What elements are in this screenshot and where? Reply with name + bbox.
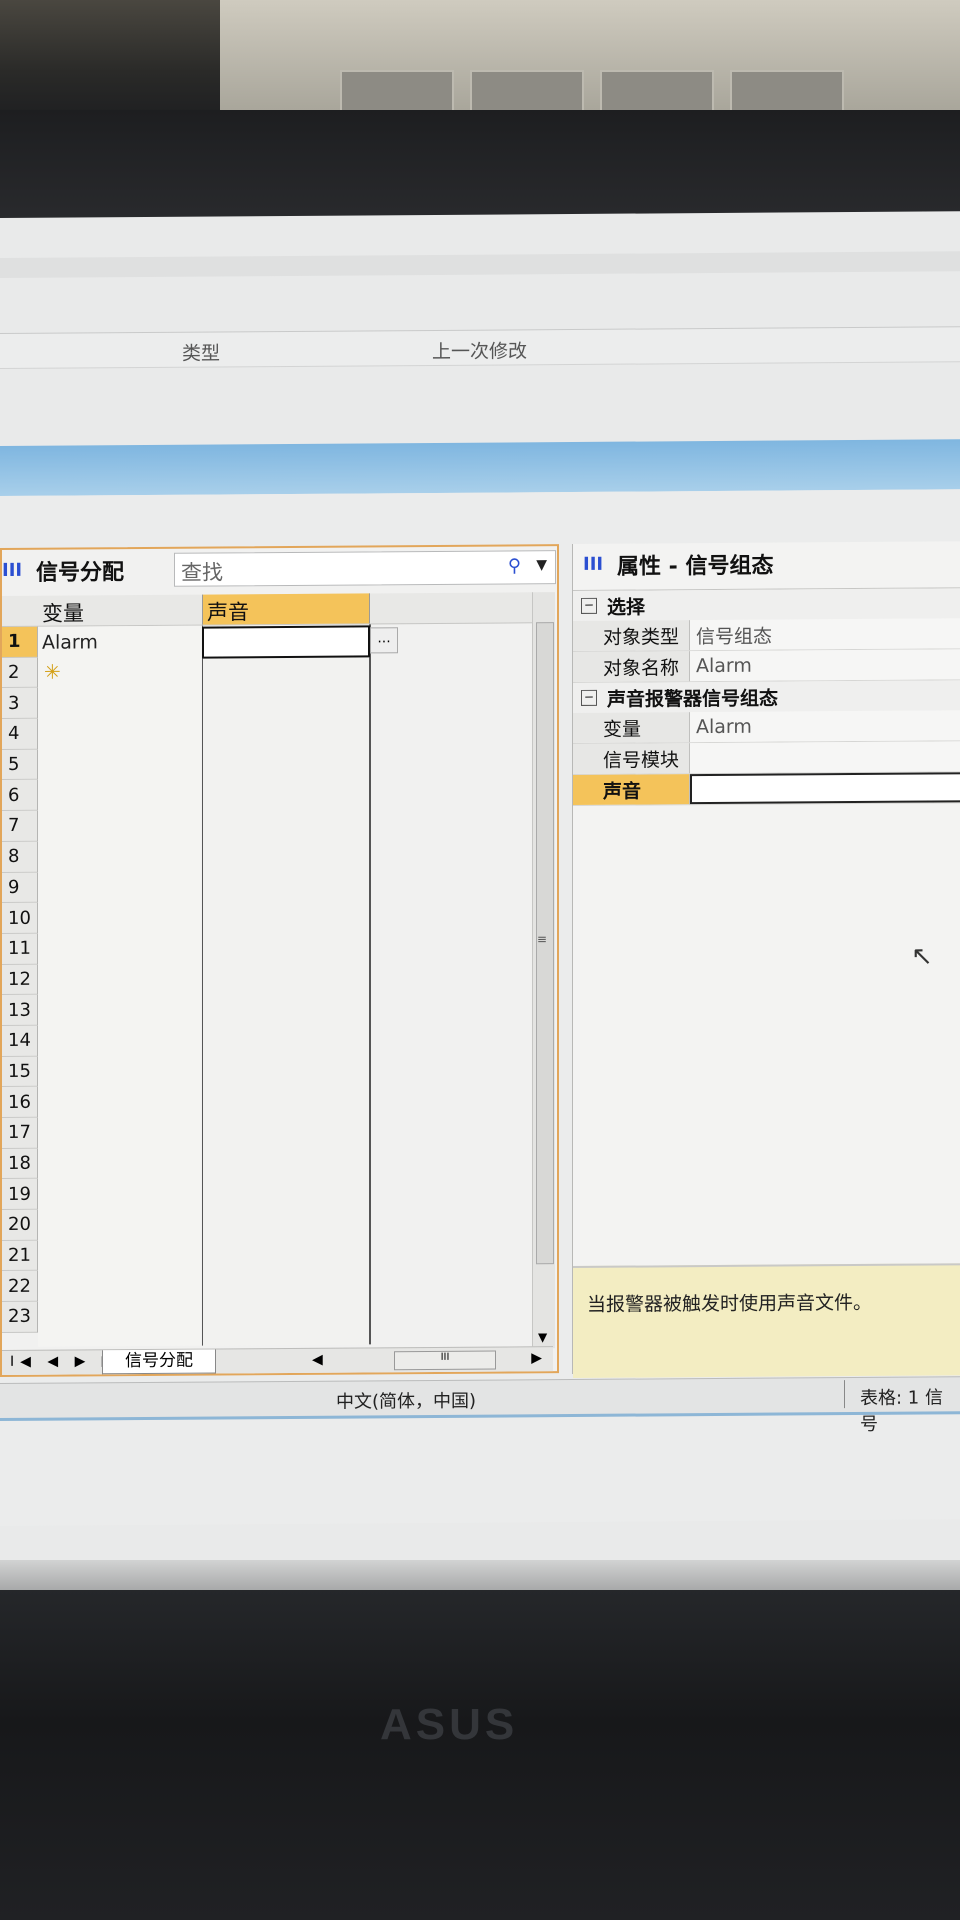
property-description: 当报警器被触发时使用声音文件。: [573, 1263, 960, 1378]
mouse-pointer-icon: ↖: [911, 941, 933, 972]
row-header[interactable]: 3: [2, 688, 38, 720]
row-header[interactable]: 23: [2, 1301, 38, 1333]
status-separator: [844, 1380, 845, 1409]
column-header-label: 变量: [42, 601, 84, 626]
browse-button[interactable]: ...: [370, 627, 398, 654]
row-header[interactable]: 17: [2, 1117, 38, 1149]
property-name: 对象类型: [573, 620, 690, 651]
scroll-right-icon[interactable]: ▶: [531, 1350, 542, 1366]
row-header[interactable]: 18: [2, 1148, 38, 1180]
category-label: 声音报警器信号组态: [607, 687, 779, 711]
collapse-icon[interactable]: −: [581, 597, 597, 614]
pane-title: III 信号分配: [2, 553, 124, 588]
sound-column[interactable]: [202, 624, 371, 1346]
row-header[interactable]: 4: [2, 718, 38, 750]
status-language: 中文(简体，中国): [336, 1390, 477, 1413]
grid-header: 变量 声音: [2, 592, 532, 627]
scroll-left-icon[interactable]: ◀: [312, 1352, 323, 1368]
pane-title: III 属性 - 信号组态: [583, 547, 773, 582]
property-row[interactable]: 变量 Alarm: [573, 710, 960, 744]
property-name: 信号模块: [573, 743, 690, 774]
search-placeholder: 查找: [181, 560, 223, 585]
row-header[interactable]: 2: [2, 657, 38, 689]
row-header[interactable]: 10: [2, 902, 38, 934]
collapse-icon[interactable]: −: [581, 689, 597, 706]
row-header[interactable]: 19: [2, 1179, 38, 1211]
properties-pane: III 属性 - 信号组态 − 选择 对象类型 信号组态 对象名称 Alarm − 声音报警器…: [572, 541, 960, 1378]
property-category[interactable]: − 声音报警器信号组态: [573, 680, 960, 713]
column-header-label: 声音: [207, 600, 249, 625]
window-toolbar: [0, 251, 960, 278]
status-bar: 中文(简体，中国) 表格: 1 信号: [0, 1376, 960, 1435]
row-header[interactable]: 16: [2, 1087, 38, 1118]
pane-title-label: 属性 - 信号组态: [617, 553, 774, 580]
row-header[interactable]: 5: [2, 749, 38, 781]
cell-variable-row1[interactable]: Alarm: [42, 631, 98, 653]
property-row[interactable]: 声音: [573, 772, 960, 806]
properties-icon: III: [583, 553, 604, 575]
status-table-info: 表格: 1 信号: [860, 1387, 943, 1435]
property-value[interactable]: Alarm: [690, 649, 960, 682]
pane-title-label: 信号分配: [36, 560, 125, 586]
property-value[interactable]: [690, 772, 960, 805]
property-name: 声音: [573, 774, 690, 805]
chevron-down-icon[interactable]: ▼: [536, 557, 547, 573]
background-window: [470, 70, 584, 114]
scroll-down-icon[interactable]: ▼: [538, 1330, 547, 1344]
column-header-sound[interactable]: 声音: [202, 593, 370, 625]
description-text: 当报警器被触发时使用声音文件。: [587, 1291, 873, 1316]
row-header[interactable]: 13: [2, 994, 38, 1026]
row-header[interactable]: 14: [2, 1025, 38, 1057]
row-header[interactable]: 22: [2, 1271, 38, 1303]
row-header[interactable]: 15: [2, 1056, 38, 1088]
property-value[interactable]: 信号组态: [690, 618, 960, 651]
window-title-bar: [0, 439, 960, 496]
property-row[interactable]: 对象名称 Alarm: [573, 649, 960, 683]
property-row[interactable]: 对象类型 信号组态: [573, 618, 960, 652]
category-label: 选择: [607, 595, 646, 619]
row-header[interactable]: 1: [2, 626, 38, 658]
sheet-tab-signal-assignment[interactable]: 信号分配: [102, 1349, 216, 1375]
row-header[interactable]: 11: [2, 933, 38, 965]
horizontal-scrollbar[interactable]: ◀ III ▶: [312, 1350, 542, 1371]
row-header[interactable]: 20: [2, 1209, 38, 1241]
background-room: [0, 0, 960, 120]
background-window: [730, 70, 844, 114]
vertical-scrollbar[interactable]: ≡ ▼: [532, 592, 555, 1349]
monitor-screen: 类型 上一次修改 III 信号分配 查找 ⚲ ▼ 变量 声音 123456789…: [0, 211, 960, 1618]
row-header[interactable]: 6: [2, 780, 38, 812]
file-list-header: 类型 上一次修改: [0, 326, 960, 369]
sheet-tab-bar: I◀ ◀ ▶ ▶I 信号分配 ◀ III ▶: [2, 1346, 553, 1375]
property-name: 变量: [573, 712, 690, 743]
property-row[interactable]: 信号模块: [573, 741, 960, 775]
cell-sound-row1[interactable]: [202, 625, 370, 659]
search-icon[interactable]: ⚲: [508, 555, 521, 576]
column-header-type[interactable]: 类型: [182, 338, 220, 365]
row-header[interactable]: 7: [2, 810, 38, 842]
scroll-grip-icon: ≡: [537, 932, 548, 947]
property-grid: − 选择 对象类型 信号组态 对象名称 Alarm − 声音报警器信号组态 变量 Alarm 信号模…: [573, 587, 960, 806]
row-header[interactable]: 21: [2, 1240, 38, 1272]
signal-table-icon: III: [2, 559, 23, 581]
background-window: [340, 70, 454, 114]
row-header[interactable]: 12: [2, 964, 38, 996]
row-header[interactable]: 9: [2, 872, 38, 904]
row-header[interactable]: 8: [2, 841, 38, 873]
signal-assignment-pane: III 信号分配 查找 ⚲ ▼ 变量 声音 1 2 3 4 5 6 7 8 9 10 11 12 13 1…: [0, 544, 559, 1377]
background-window: [600, 70, 714, 114]
property-value[interactable]: Alarm: [690, 710, 960, 743]
property-value[interactable]: [690, 741, 960, 774]
scrollbar-thumb[interactable]: III: [394, 1350, 496, 1371]
background-wall: [220, 0, 960, 110]
variable-column[interactable]: [38, 625, 201, 1347]
row-headers: 1 2 3 4 5 6 7 8 9 10 11 12 13 14 15 16 17 18 19 20 21 22 23: [2, 626, 38, 1333]
new-row-icon[interactable]: ✳: [44, 660, 61, 684]
column-header-modified[interactable]: 上一次修改: [432, 336, 527, 364]
property-category[interactable]: − 选择: [573, 588, 960, 621]
search-input[interactable]: 查找 ⚲ ▼: [174, 550, 556, 587]
monitor-logo: ASUS: [380, 1700, 519, 1749]
property-name: 对象名称: [573, 651, 690, 682]
column-header-variable[interactable]: 变量: [38, 595, 201, 626]
